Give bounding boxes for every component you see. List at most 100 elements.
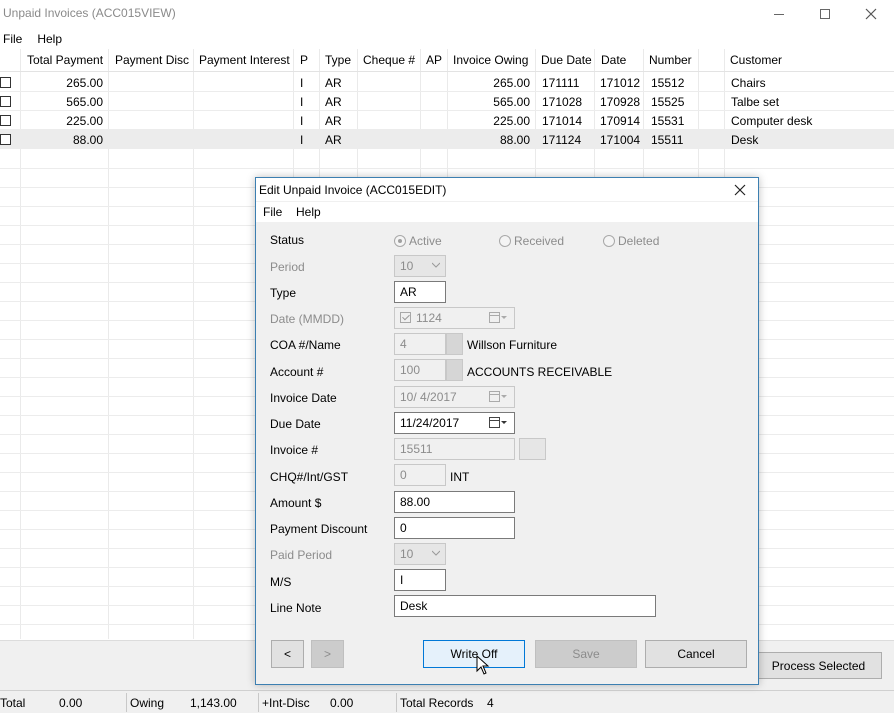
dialog-close-icon[interactable] bbox=[732, 182, 748, 198]
col-payment-disc[interactable]: Payment Disc bbox=[115, 53, 189, 67]
due-date-picker[interactable]: 11/24/2017 bbox=[394, 412, 515, 434]
cell-type: AR bbox=[325, 95, 342, 109]
cell-invoice-owing: 565.00 bbox=[493, 95, 530, 109]
dialog-title: Edit Unpaid Invoice (ACC015EDIT) bbox=[259, 183, 447, 197]
paid-period-value: 10 bbox=[400, 547, 414, 561]
table-row-selected[interactable]: 88.00 I AR 88.00 171124 171004 15511 Des… bbox=[0, 130, 894, 149]
period-label: Period bbox=[270, 260, 305, 274]
col-cheque[interactable]: Cheque # bbox=[363, 53, 415, 67]
table-row[interactable]: 225.00 I AR 225.00 171014 170914 15531 C… bbox=[0, 111, 894, 130]
row-checkbox[interactable] bbox=[0, 134, 11, 145]
ms-input[interactable]: I bbox=[394, 569, 446, 591]
cancel-button[interactable]: Cancel bbox=[645, 640, 747, 668]
cell-due-date: 171111 bbox=[542, 76, 580, 90]
process-selected-button[interactable]: Process Selected bbox=[755, 652, 882, 679]
account-lookup-button[interactable] bbox=[446, 359, 463, 381]
minimize-button[interactable] bbox=[756, 0, 802, 28]
col-total-payment[interactable]: Total Payment bbox=[27, 53, 103, 67]
window-title: Unpaid Invoices (ACC015VIEW) bbox=[3, 6, 176, 20]
period-value: 10 bbox=[400, 259, 414, 273]
status-owing-label: Owing bbox=[130, 696, 165, 710]
date-picker[interactable]: 1124 bbox=[394, 307, 515, 329]
chq-suffix: INT bbox=[450, 470, 470, 484]
table-row[interactable]: 565.00 I AR 565.00 171028 170928 15525 T… bbox=[0, 92, 894, 111]
status-received-radio[interactable] bbox=[499, 235, 511, 247]
coa-name: Willson Furniture bbox=[467, 338, 558, 352]
ms-label: M/S bbox=[270, 575, 292, 589]
col-due-date[interactable]: Due Date bbox=[541, 53, 592, 67]
date-checkbox[interactable] bbox=[400, 312, 411, 323]
table-row[interactable]: 265.00 I AR 265.00 171111 171012 15512 C… bbox=[0, 73, 894, 92]
payment-discount-label: Payment Discount bbox=[270, 522, 368, 536]
cell-number: 15525 bbox=[651, 95, 685, 109]
row-checkbox[interactable] bbox=[0, 77, 11, 88]
coa-label: COA #/Name bbox=[270, 338, 341, 352]
mouse-pointer-icon bbox=[476, 655, 490, 675]
col-date[interactable]: Date bbox=[601, 53, 626, 67]
close-button[interactable] bbox=[848, 0, 894, 28]
invoice-number-input[interactable]: 15511 bbox=[394, 438, 515, 460]
calendar-dropdown-icon bbox=[489, 312, 507, 323]
dialog-menu-help[interactable]: Help bbox=[296, 205, 321, 219]
line-note-input[interactable]: Desk bbox=[394, 595, 656, 617]
write-off-button[interactable]: Write Off bbox=[423, 640, 525, 668]
col-payment-interest[interactable]: Payment Interest bbox=[199, 53, 290, 67]
chq-label: CHQ#/Int/GST bbox=[270, 470, 349, 484]
status-active-radio[interactable] bbox=[394, 235, 406, 247]
cell-total-payment: 225.00 bbox=[66, 114, 103, 128]
menu-help[interactable]: Help bbox=[34, 30, 65, 48]
save-button[interactable]: Save bbox=[535, 640, 637, 668]
minimize-icon bbox=[774, 13, 784, 15]
chevron-down-icon bbox=[432, 262, 440, 268]
status-records-label: Total Records bbox=[400, 696, 474, 710]
amount-label: Amount $ bbox=[270, 496, 322, 510]
dialog-menu-file[interactable]: File bbox=[263, 205, 282, 219]
maximize-button[interactable] bbox=[802, 0, 848, 28]
calendar-dropdown-icon[interactable] bbox=[489, 417, 507, 429]
paid-period-select[interactable]: 10 bbox=[394, 543, 446, 565]
period-select[interactable]: 10 bbox=[394, 255, 446, 277]
row-checkbox[interactable] bbox=[0, 115, 11, 126]
maximize-icon bbox=[820, 9, 830, 19]
cell-type: AR bbox=[325, 114, 342, 128]
coa-lookup-button[interactable] bbox=[446, 333, 463, 355]
next-record-button[interactable]: > bbox=[311, 640, 344, 668]
account-label: Account # bbox=[270, 365, 324, 379]
coa-number-input[interactable]: 4 bbox=[394, 333, 446, 355]
status-label: Status bbox=[270, 233, 305, 247]
cell-customer: Computer desk bbox=[731, 114, 813, 128]
main-menubar: File Help bbox=[0, 30, 74, 48]
calendar-dropdown-icon bbox=[489, 391, 507, 402]
status-records-value: 4 bbox=[487, 696, 494, 710]
status-deleted-radio[interactable] bbox=[603, 235, 615, 247]
status-total-value: 0.00 bbox=[59, 696, 83, 710]
status-separator bbox=[396, 693, 397, 712]
col-customer[interactable]: Customer bbox=[730, 53, 782, 67]
due-date-label: Due Date bbox=[270, 417, 321, 431]
menu-file[interactable]: File bbox=[0, 30, 25, 48]
amount-input[interactable]: 88.00 bbox=[394, 491, 515, 513]
cell-type: AR bbox=[325, 76, 342, 90]
invoice-date-picker[interactable]: 10/ 4/2017 bbox=[394, 386, 515, 408]
cell-total-payment: 88.00 bbox=[72, 133, 103, 147]
cell-invoice-owing: 265.00 bbox=[493, 76, 530, 90]
col-p[interactable]: P bbox=[300, 53, 308, 67]
previous-record-button[interactable]: < bbox=[271, 640, 304, 668]
status-received-label: Received bbox=[514, 234, 565, 248]
row-checkbox[interactable] bbox=[0, 96, 11, 107]
col-ap[interactable]: AP bbox=[426, 53, 442, 67]
chq-input[interactable]: 0 bbox=[394, 464, 446, 486]
cell-customer: Chairs bbox=[731, 76, 766, 90]
account-number-input[interactable]: 100 bbox=[394, 359, 446, 381]
cell-date: 171012 bbox=[600, 76, 641, 90]
account-name: ACCOUNTS RECEIVABLE bbox=[467, 365, 613, 379]
cell-p: I bbox=[300, 95, 304, 109]
col-number[interactable]: Number bbox=[649, 53, 692, 67]
cell-total-payment: 265.00 bbox=[66, 76, 103, 90]
invoice-lookup-button[interactable] bbox=[519, 438, 546, 460]
status-separator bbox=[258, 693, 259, 712]
type-input[interactable]: AR bbox=[394, 281, 446, 303]
col-type[interactable]: Type bbox=[325, 53, 351, 67]
col-invoice-owing[interactable]: Invoice Owing bbox=[453, 53, 528, 67]
payment-discount-input[interactable]: 0 bbox=[394, 517, 515, 539]
